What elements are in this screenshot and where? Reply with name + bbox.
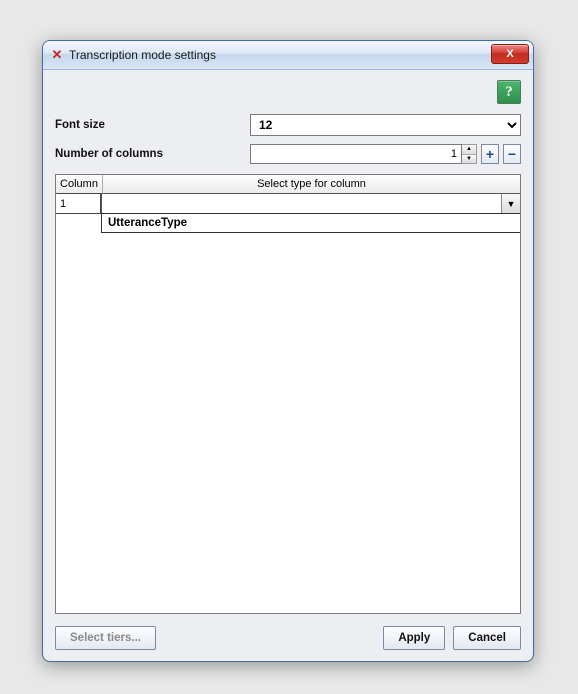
spinner-up[interactable]: ▲	[462, 145, 476, 155]
app-icon: ✕	[49, 47, 65, 63]
font-size-select[interactable]: 12	[250, 114, 521, 136]
apply-button[interactable]: Apply	[383, 626, 445, 650]
type-select[interactable]: ▼	[101, 193, 521, 214]
type-select-cell: ▼ UtteranceType	[101, 194, 520, 214]
num-columns-input[interactable]	[250, 144, 462, 164]
help-button[interactable]: ?	[497, 80, 521, 104]
cancel-button[interactable]: Cancel	[453, 626, 521, 650]
chevron-down-icon: ▼	[501, 194, 520, 213]
spinner-buttons: ▲ ▼	[462, 144, 477, 164]
num-columns-label: Number of columns	[55, 148, 250, 160]
type-dropdown-popup: UtteranceType	[101, 213, 521, 233]
font-size-label: Font size	[55, 119, 250, 131]
close-button[interactable]: X	[491, 44, 529, 64]
column-index-cell[interactable]: 1	[55, 193, 101, 214]
minus-icon: −	[508, 146, 516, 162]
column-type-table: Column Select type for column 1 ▼ Uttera…	[55, 174, 521, 614]
dialog-window: ✕ Transcription mode settings X ? Font s…	[42, 40, 534, 662]
help-icon: ?	[505, 84, 513, 101]
window-title: Transcription mode settings	[69, 48, 216, 62]
table-header-column: Column	[56, 175, 103, 193]
content-area: ? Font size 12 Number of columns ▲ ▼ +	[43, 70, 533, 662]
close-icon: X	[506, 48, 513, 60]
table-row: 1 ▼ UtteranceType	[56, 194, 520, 214]
select-tiers-button: Select tiers...	[55, 626, 156, 650]
dropdown-option[interactable]: UtteranceType	[102, 214, 520, 232]
plus-icon: +	[486, 146, 494, 162]
remove-column-button[interactable]: −	[503, 144, 521, 164]
table-header-type: Select type for column	[103, 175, 520, 193]
add-column-button[interactable]: +	[481, 144, 499, 164]
spinner-down[interactable]: ▼	[462, 155, 476, 164]
titlebar[interactable]: ✕ Transcription mode settings X	[43, 41, 533, 70]
